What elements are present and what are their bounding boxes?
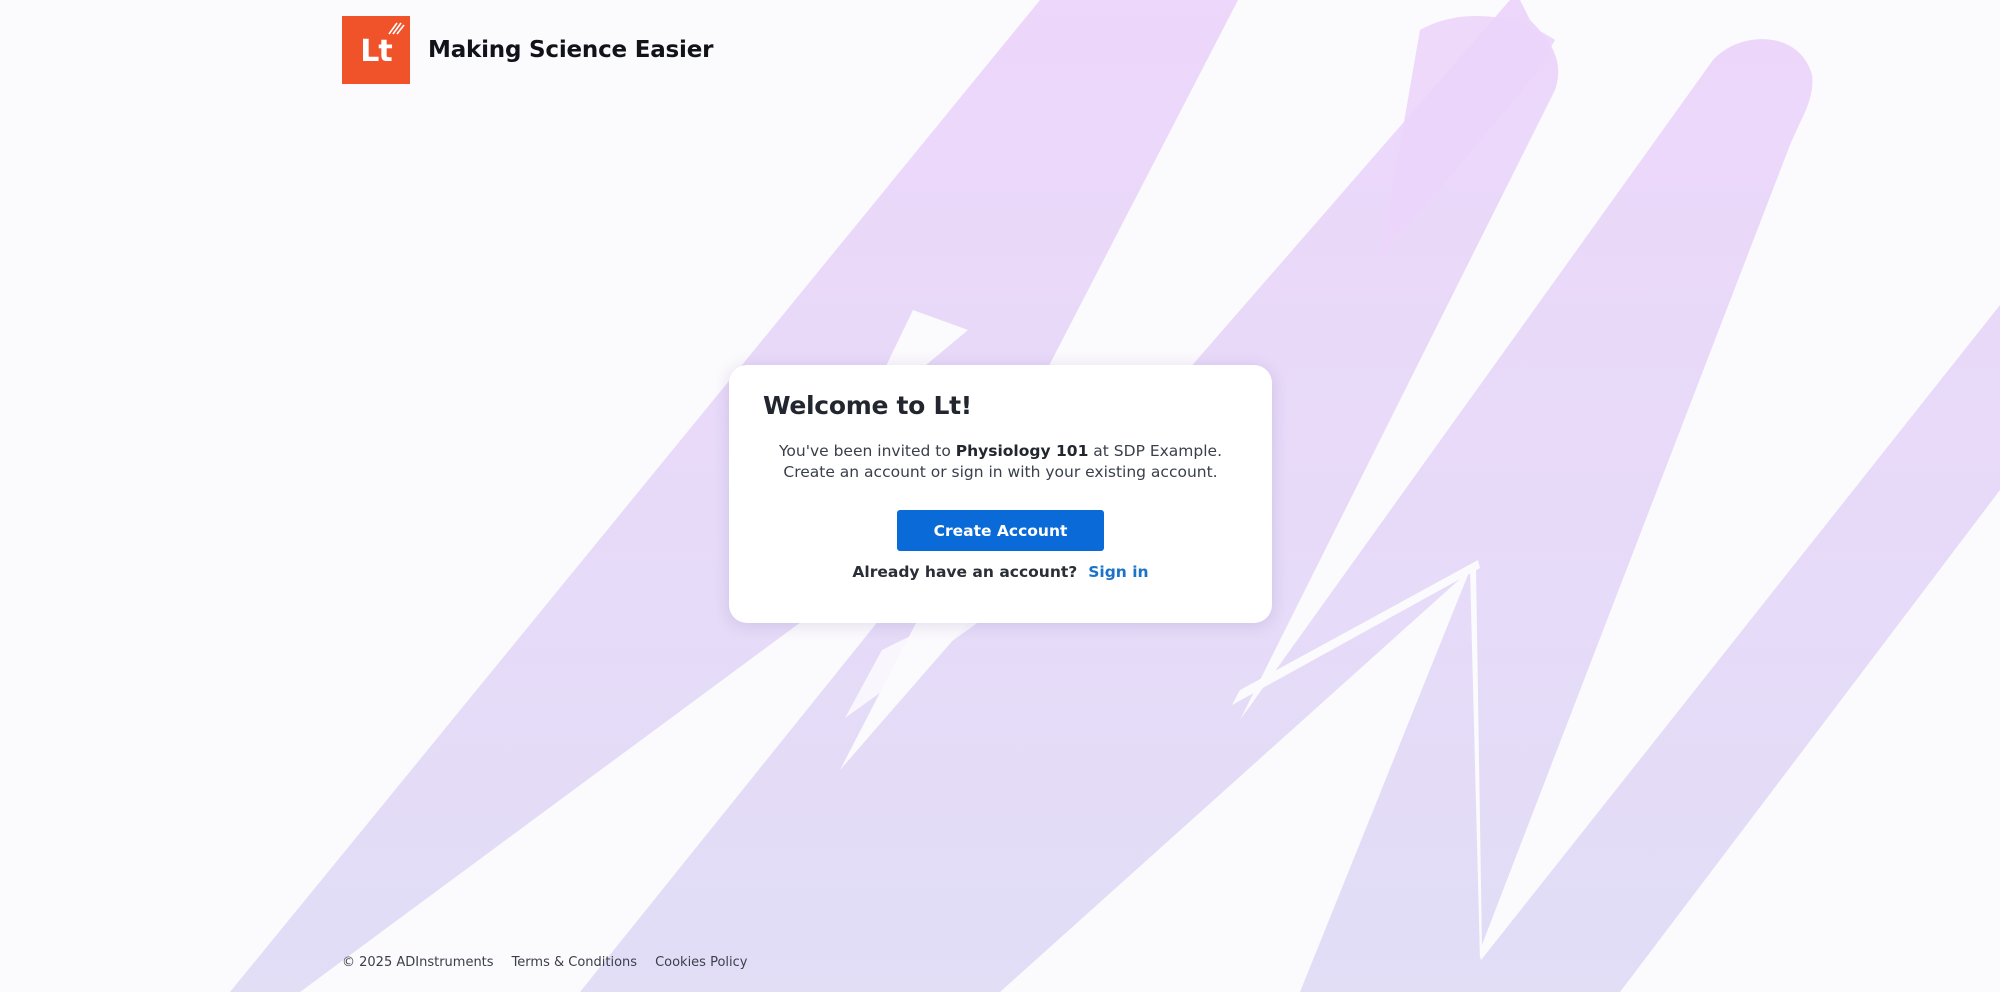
footer: © 2025 ADInstruments Terms & Conditions … bbox=[342, 955, 747, 970]
copyright-text: © 2025 ADInstruments bbox=[342, 955, 494, 970]
spark-icon bbox=[388, 22, 405, 35]
terms-link[interactable]: Terms & Conditions bbox=[512, 955, 638, 970]
invite-prefix: You've been invited to bbox=[778, 442, 956, 460]
cookies-policy-link[interactable]: Cookies Policy bbox=[655, 955, 747, 970]
header: Lt Making Science Easier bbox=[342, 16, 713, 84]
signin-prompt: Already have an account? bbox=[852, 563, 1078, 581]
welcome-card: Welcome to Lt! You've been invited to Ph… bbox=[729, 365, 1272, 623]
logo-text: Lt bbox=[360, 33, 392, 69]
brand-logo[interactable]: Lt bbox=[342, 16, 410, 84]
invite-suffix: at SDP Example. bbox=[1088, 442, 1223, 460]
signin-link[interactable]: Sign in bbox=[1088, 563, 1148, 581]
page: Lt Making Science Easier Welcome to Lt! … bbox=[0, 0, 2000, 992]
welcome-title: Welcome to Lt! bbox=[763, 391, 972, 420]
signin-row: Already have an account? Sign in bbox=[729, 563, 1272, 581]
invite-message: You've been invited to Physiology 101 at… bbox=[729, 441, 1272, 483]
create-account-button[interactable]: Create Account bbox=[897, 510, 1104, 551]
invite-instructions: Create an account or sign in with your e… bbox=[783, 463, 1218, 481]
brand-tagline: Making Science Easier bbox=[428, 37, 714, 63]
course-name: Physiology 101 bbox=[955, 442, 1089, 460]
invite-line: You've been invited to Physiology 101 at… bbox=[729, 441, 1272, 462]
